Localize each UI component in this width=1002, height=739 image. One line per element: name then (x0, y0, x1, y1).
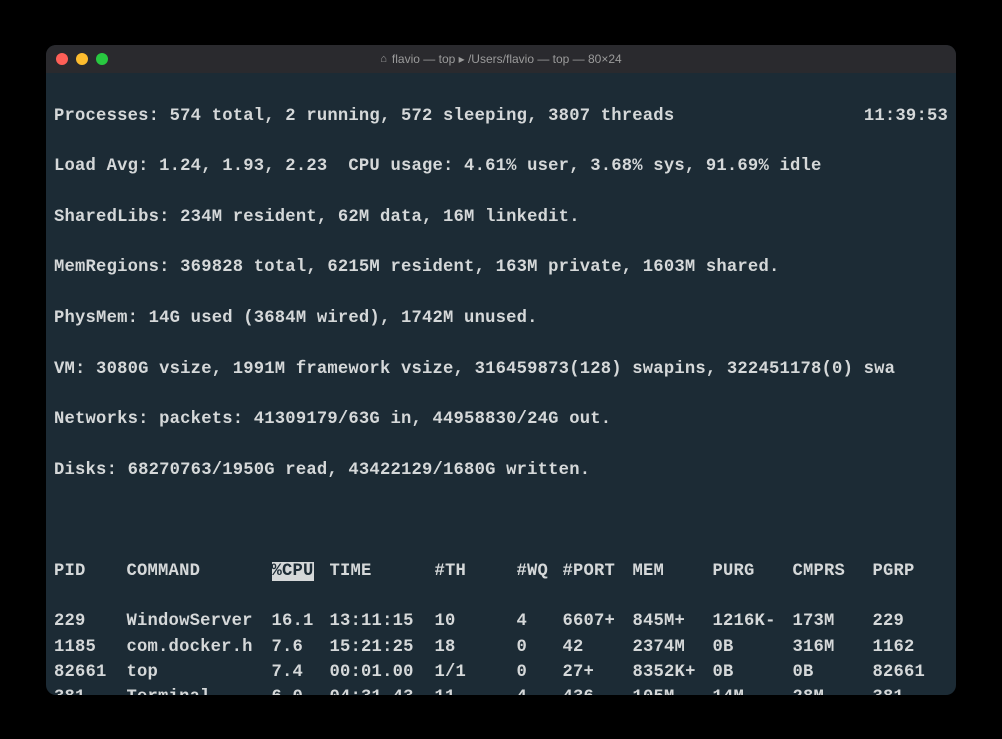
col-pgrp: PGRP (873, 559, 949, 584)
summary-networks: Networks: packets: 41309179/63G in, 4495… (54, 407, 948, 432)
cell-cpu: 16.1 (272, 609, 330, 634)
col-purg: PURG (713, 559, 793, 584)
close-button[interactable] (56, 53, 68, 65)
cell-cmprs: 173M (793, 609, 873, 634)
col-pid: PID (54, 559, 127, 584)
col-time: TIME (330, 559, 435, 584)
summary-physmem: PhysMem: 14G used (3684M wired), 1742M u… (54, 306, 948, 331)
table-row: 82661top7.400:01.001/1027+8352K+0B0B8266… (54, 660, 948, 685)
cell-purg: 14M (713, 685, 793, 694)
cell-mem: 8352K+ (633, 660, 713, 685)
cell-cpu: 7.4 (272, 660, 330, 685)
col-port: #PORT (563, 559, 633, 584)
cell-cmprs: 316M (793, 635, 873, 660)
cell-mem: 2374M (633, 635, 713, 660)
cell-th: 10 (435, 609, 517, 634)
cell-port: 27+ (563, 660, 633, 685)
cell-time: 13:11:15 (330, 609, 435, 634)
table-header: PIDCOMMAND%CPU TIME#TH#WQ#PORTMEMPURGCMPR… (54, 559, 948, 584)
cell-port: 42 (563, 635, 633, 660)
col-cpu: %CPU (272, 559, 330, 584)
cell-pid: 229 (54, 609, 127, 634)
col-th: #TH (435, 559, 517, 584)
col-wq: #WQ (517, 559, 563, 584)
cell-time: 00:01.00 (330, 660, 435, 685)
summary-load: Load Avg: 1.24, 1.93, 2.23 CPU usage: 4.… (54, 154, 948, 179)
window-title: ⌂ flavio — top ▸ /Users/flavio — top — 8… (46, 52, 956, 66)
col-cmprs: CMPRS (793, 559, 873, 584)
cell-cmprs: 28M- (793, 685, 873, 694)
cell-cmd: top (127, 660, 272, 685)
table-row: 381Terminal6.004:31.43114436105M14M28M-3… (54, 685, 948, 694)
titlebar: ⌂ flavio — top ▸ /Users/flavio — top — 8… (46, 45, 956, 73)
cell-pgrp: 229 (873, 609, 949, 634)
cell-pgrp: 381 (873, 685, 949, 694)
cell-wq: 4 (517, 685, 563, 694)
summary-sharedlibs: SharedLibs: 234M resident, 62M data, 16M… (54, 205, 948, 230)
summary-vm: VM: 3080G vsize, 1991M framework vsize, … (54, 357, 948, 382)
table-row: 229WindowServer16.113:11:151046607+845M+… (54, 609, 948, 634)
terminal-output[interactable]: Processes: 574 total, 2 running, 572 sle… (46, 73, 956, 695)
cell-th: 1/1 (435, 660, 517, 685)
cell-pid: 82661 (54, 660, 127, 685)
cell-purg: 1216K- (713, 609, 793, 634)
cell-th: 11 (435, 685, 517, 694)
cell-wq: 0 (517, 660, 563, 685)
cell-cpu: 7.6 (272, 635, 330, 660)
terminal-window: ⌂ flavio — top ▸ /Users/flavio — top — 8… (46, 45, 956, 695)
sort-indicator: %CPU (272, 562, 314, 581)
home-icon: ⌂ (380, 53, 387, 65)
cell-pgrp: 1162 (873, 635, 949, 660)
col-mem: MEM (633, 559, 713, 584)
table-row: 1185com.docker.h7.615:21:25180422374M0B3… (54, 635, 948, 660)
cell-mem: 105M (633, 685, 713, 694)
cell-pid: 381 (54, 685, 127, 694)
cell-wq: 0 (517, 635, 563, 660)
clock: 11:39:53 (864, 104, 948, 129)
cell-wq: 4 (517, 609, 563, 634)
summary-processes: Processes: 574 total, 2 running, 572 sle… (54, 104, 674, 129)
traffic-lights (56, 53, 108, 65)
cell-th: 18 (435, 635, 517, 660)
cell-time: 04:31.43 (330, 685, 435, 694)
minimize-button[interactable] (76, 53, 88, 65)
summary-memregions: MemRegions: 369828 total, 6215M resident… (54, 255, 948, 280)
cell-cmd: WindowServer (127, 609, 272, 634)
process-list: 229WindowServer16.113:11:151046607+845M+… (54, 609, 948, 694)
cell-cmd: Terminal (127, 685, 272, 694)
zoom-button[interactable] (96, 53, 108, 65)
blank-line (54, 508, 948, 533)
cell-port: 436 (563, 685, 633, 694)
summary-disks: Disks: 68270763/1950G read, 43422129/168… (54, 458, 948, 483)
cell-pgrp: 82661 (873, 660, 949, 685)
window-title-text: flavio — top ▸ /Users/flavio — top — 80×… (392, 52, 622, 66)
col-command: COMMAND (127, 559, 272, 584)
cell-purg: 0B (713, 635, 793, 660)
cell-mem: 845M+ (633, 609, 713, 634)
cell-cmprs: 0B (793, 660, 873, 685)
cell-port: 6607+ (563, 609, 633, 634)
cell-time: 15:21:25 (330, 635, 435, 660)
cell-pid: 1185 (54, 635, 127, 660)
cell-cmd: com.docker.h (127, 635, 272, 660)
cell-cpu: 6.0 (272, 685, 330, 694)
cell-purg: 0B (713, 660, 793, 685)
